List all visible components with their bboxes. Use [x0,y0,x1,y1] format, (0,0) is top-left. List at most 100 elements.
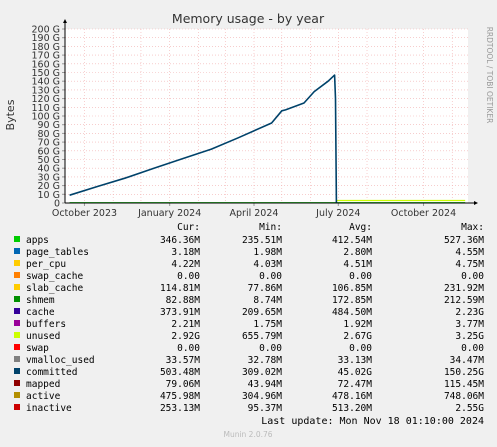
legend-value: 2.23G [455,307,484,318]
legend-name-per_cpu: per_cpu [26,259,66,270]
x-tick-label: April 2024 [230,208,279,219]
legend-value: 513.20M [332,403,372,414]
legend-header: Avg: [349,222,372,233]
legend-value: 0.00 [177,343,200,354]
legend-value: 2.55G [455,403,484,414]
legend-swatch-committed [14,368,20,374]
legend-value: 212.59M [444,295,484,306]
legend-value: 655.79M [242,331,282,342]
legend-value: 150.25G [444,367,484,378]
legend-value: 412.54M [332,235,372,246]
legend-name-inactive: inactive [26,403,72,414]
legend-value: 4.51M [343,259,372,270]
legend-value: 475.98M [160,391,200,402]
legend-name-page_tables: page_tables [26,247,89,258]
legend-header: Cur: [177,222,200,233]
legend-name-committed: committed [26,367,77,378]
legend-value: 3.18M [171,247,200,258]
legend-swatch-inactive [14,404,20,410]
legend-value: 0.00 [259,343,282,354]
legend-value: 484.50M [332,307,372,318]
x-tick-label: July 2024 [315,208,360,219]
legend-name-swap_cache: swap_cache [26,271,83,282]
legend-value: 373.91M [160,307,200,318]
legend-value: 4.22M [171,259,200,270]
footer-version: Munin 2.0.76 [223,430,272,439]
legend-value: 172.85M [332,295,372,306]
legend-value: 33.13M [338,355,373,366]
legend-value: 32.78M [248,355,283,366]
x-tick-label: January 2024 [137,208,201,219]
legend-value: 2.80M [343,247,372,258]
legend-swatch-shmem [14,296,20,302]
legend-value: 115.45M [444,379,484,390]
legend-value: 304.96M [242,391,282,402]
legend-value: 33.57M [166,355,201,366]
legend-value: 34.47M [450,355,485,366]
legend-value: 79.06M [166,379,201,390]
memory-chart: Memory usage - by year RRDTOOL / TOBI OE… [4,11,494,439]
legend-value: 0.00 [461,343,484,354]
legend-value: 4.03M [253,259,282,270]
legend-value: 1.75M [253,319,282,330]
legend-name-cache: cache [26,307,55,318]
chart-title: Memory usage - by year [172,11,325,26]
legend-value: 527.36M [444,235,484,246]
legend-name-slab_cache: slab_cache [26,283,83,294]
legend-value: 72.47M [338,379,373,390]
legend-value: 0.00 [349,343,372,354]
legend-value: 209.65M [242,307,282,318]
y-tick-label: 200 G [31,25,60,36]
legend-value: 2.21M [171,319,200,330]
legend-swatch-page_tables [14,248,20,254]
legend-value: 43.94M [248,379,283,390]
legend-value: 0.00 [349,271,372,282]
legend-value: 309.02M [242,367,282,378]
legend-value: 1.92M [343,319,372,330]
legend-header: Max: [461,222,484,233]
legend-name-vmalloc_used: vmalloc_used [26,355,95,366]
legend-value: 114.81M [160,283,200,294]
legend-value: 2.67G [343,331,372,342]
legend-swatch-vmalloc_used [14,356,20,362]
legend-value: 478.16M [332,391,372,402]
legend-name-apps: apps [26,235,49,246]
legend-name-buffers: buffers [26,319,66,330]
legend-value: 77.86M [248,283,283,294]
legend-value: 1.98M [253,247,282,258]
legend-value: 4.55M [455,247,484,258]
legend-value: 8.74M [253,295,282,306]
legend-swatch-unused [14,332,20,338]
legend-value: 253.13M [160,403,200,414]
legend-swatch-swap [14,344,20,350]
legend-name-shmem: shmem [26,295,55,306]
legend-swatch-apps [14,236,20,242]
legend: Cur: Min: Avg: Max: apps 346.36M 235.51M 412.54… [14,222,484,414]
legend-value: 346.36M [160,235,200,246]
y-axis-label: Bytes [4,99,17,130]
legend-name-mapped: mapped [26,379,60,390]
legend-swatch-slab_cache [14,284,20,290]
x-tick-label: October 2024 [391,208,456,219]
legend-value: 4.75M [455,259,484,270]
legend-value: 0.00 [259,271,282,282]
legend-swatch-swap_cache [14,272,20,278]
legend-value: 231.92M [444,283,484,294]
legend-value: 0.00 [177,271,200,282]
legend-value: 3.77M [455,319,484,330]
grid [65,28,468,203]
legend-swatch-buffers [14,320,20,326]
legend-name-swap: swap [26,343,49,354]
legend-value: 106.85M [332,283,372,294]
legend-swatch-per_cpu [14,260,20,266]
side-label: RRDTOOL / TOBI OETIKER [485,27,494,124]
legend-name-unused: unused [26,331,60,342]
legend-value: 748.06M [444,391,484,402]
legend-swatch-mapped [14,380,20,386]
legend-value: 45.02G [338,367,373,378]
legend-value: 95.37M [248,403,283,414]
x-tick-label: October 2023 [52,208,117,219]
legend-swatch-cache [14,308,20,314]
legend-header: Min: [259,222,282,233]
legend-value: 235.51M [242,235,282,246]
